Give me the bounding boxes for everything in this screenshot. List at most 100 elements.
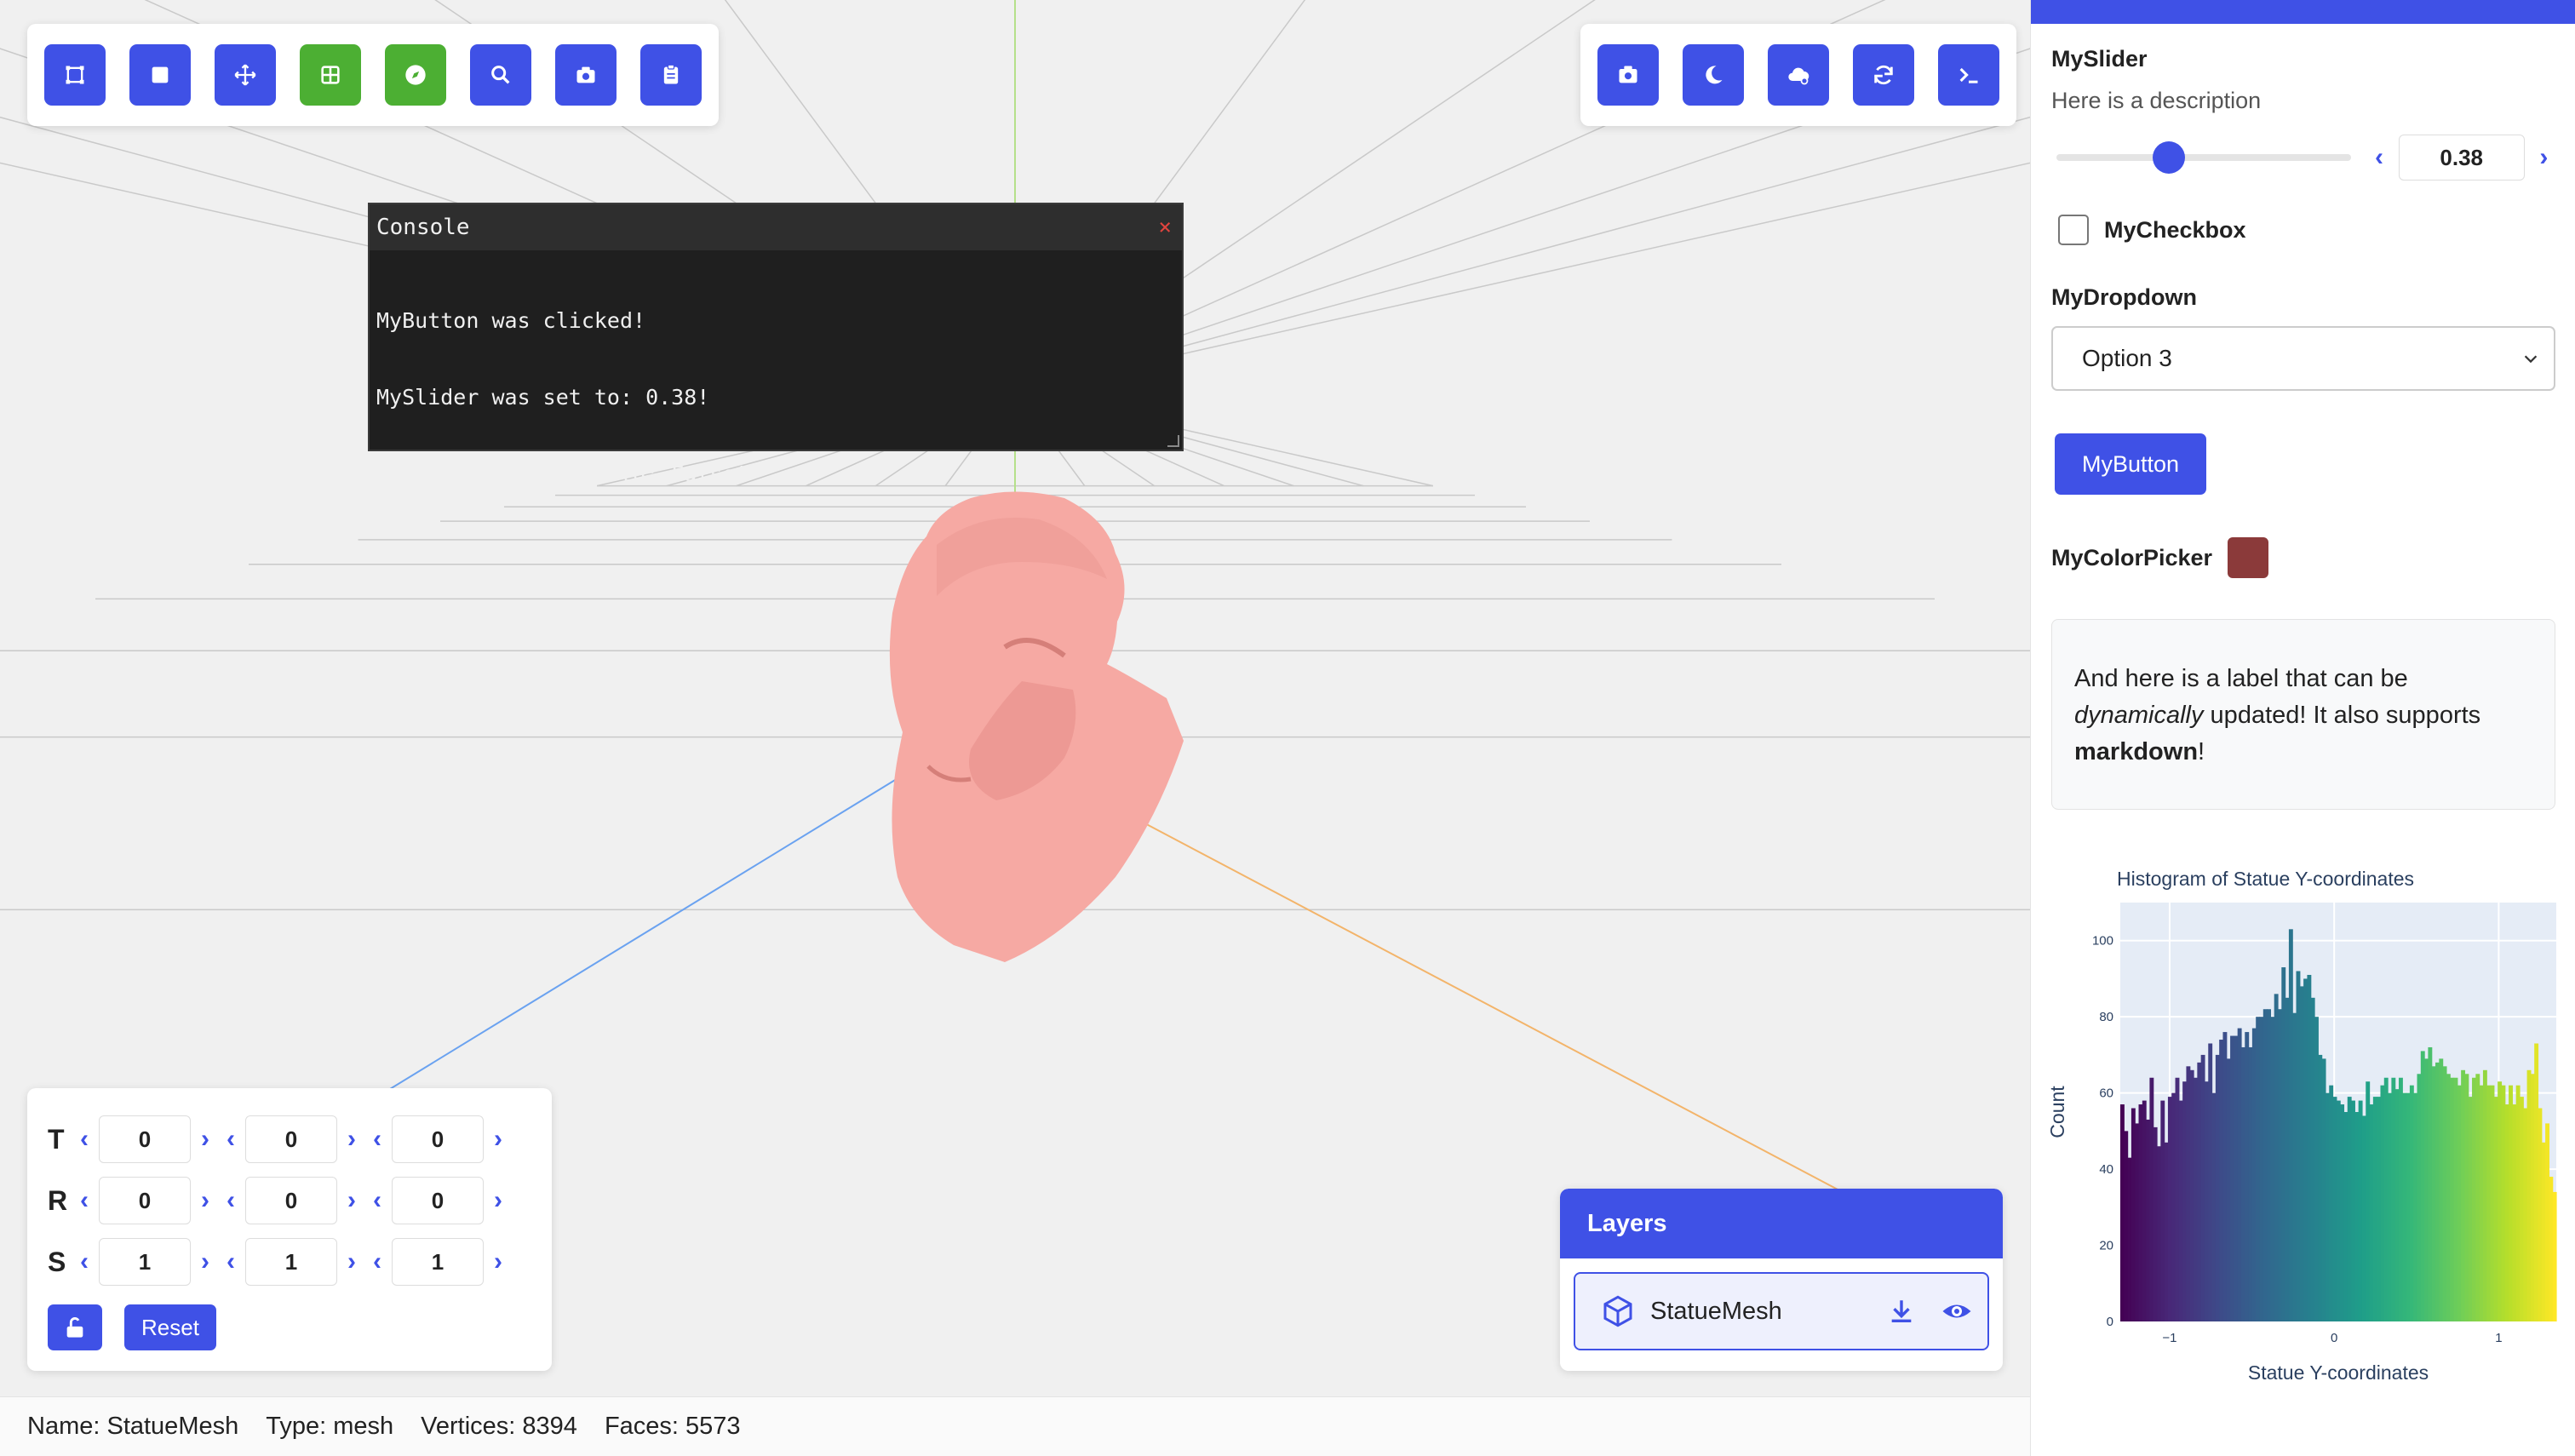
checkbox-row[interactable]: MyCheckbox [2051, 215, 2555, 245]
histogram-bar [2138, 1104, 2143, 1321]
histogram-bar [2501, 1085, 2506, 1321]
cube-icon [1603, 1295, 1632, 1327]
histogram-bar [2124, 1131, 2129, 1321]
eye-icon[interactable] [1941, 1296, 1972, 1327]
dropdown-select[interactable]: Option 3 [2051, 326, 2555, 391]
chevron-right-icon[interactable]: › [194, 1249, 216, 1275]
chevron-right-icon[interactable]: › [194, 1126, 216, 1152]
histogram-bar [2515, 1085, 2521, 1321]
slider-thumb[interactable] [2152, 141, 2185, 174]
checkbox[interactable] [2058, 215, 2089, 245]
chevron-right-icon[interactable]: › [2533, 145, 2555, 170]
cloud-settings-button[interactable] [1768, 44, 1829, 106]
chevron-left-icon[interactable]: ‹ [366, 1188, 388, 1213]
chevron-left-icon[interactable]: ‹ [366, 1249, 388, 1275]
transform-input[interactable] [392, 1115, 484, 1163]
x-tick-label: 1 [2495, 1331, 2502, 1345]
y-tick-label: 100 [2092, 934, 2113, 949]
histogram-bar [2230, 1035, 2234, 1321]
transform-input[interactable] [245, 1238, 337, 1286]
move-button[interactable] [215, 44, 276, 106]
chevron-left-icon[interactable]: ‹ [220, 1188, 242, 1213]
chevron-left-icon[interactable]: ‹ [73, 1249, 95, 1275]
terminal-icon [1959, 67, 1978, 83]
transform-stepper: ‹› [366, 1238, 509, 1286]
console-header[interactable]: Console × [370, 204, 1182, 250]
transform-input[interactable] [392, 1238, 484, 1286]
histogram-bar [2475, 1074, 2480, 1321]
chevron-left-icon[interactable]: ‹ [2368, 145, 2389, 170]
search-button[interactable] [470, 44, 531, 106]
clipboard-button[interactable] [640, 44, 702, 106]
chevron-right-icon[interactable]: › [487, 1126, 509, 1152]
camera-button[interactable] [555, 44, 617, 106]
3d-viewport[interactable]: Console × MyButton was clicked! MySlider… [0, 0, 2030, 1396]
chevron-left-icon[interactable]: ‹ [73, 1126, 95, 1152]
slider-control: ‹ › [2051, 135, 2555, 181]
transform-input[interactable] [99, 1115, 191, 1163]
square-button[interactable] [129, 44, 191, 106]
slider-track[interactable] [2056, 141, 2352, 174]
refresh-button[interactable] [1853, 44, 1914, 106]
status-bar: Name: StatueMesh Type: mesh Vertices: 83… [0, 1396, 2030, 1456]
chevron-right-icon[interactable]: › [341, 1188, 363, 1213]
status-type: Type: mesh [266, 1413, 394, 1440]
resize-handle-icon[interactable] [1167, 435, 1179, 447]
reset-button[interactable]: Reset [124, 1304, 216, 1350]
histogram-bar [2490, 1085, 2495, 1321]
chevron-right-icon[interactable]: › [341, 1126, 363, 1152]
z-axis-line [374, 748, 946, 1099]
chevron-left-icon[interactable]: ‹ [366, 1126, 388, 1152]
compass-button[interactable] [385, 44, 446, 106]
chevron-right-icon[interactable]: › [341, 1249, 363, 1275]
histogram-bar [2274, 994, 2279, 1321]
transform-input[interactable] [99, 1177, 191, 1224]
histogram-bar [2391, 1077, 2396, 1321]
unlock-icon [66, 1316, 83, 1338]
colorpicker-row: MyColorPicker [2051, 537, 2555, 578]
console-title: Console [376, 215, 470, 240]
unlock-button[interactable] [48, 1304, 102, 1350]
slider-value-input[interactable] [2398, 135, 2525, 181]
chevron-right-icon[interactable]: › [487, 1188, 509, 1213]
my-button[interactable]: MyButton [2055, 433, 2207, 495]
chevron-right-icon[interactable]: › [194, 1188, 216, 1213]
chevron-right-icon[interactable]: › [487, 1249, 509, 1275]
histogram-bar [2237, 1028, 2242, 1321]
histogram-bar [2318, 1054, 2323, 1321]
download-icon[interactable] [1887, 1297, 1916, 1326]
console-line: MyDropdown was set to: Option 3! [376, 538, 787, 563]
screenshot-camera-button[interactable] [1597, 44, 1659, 106]
chevron-left-icon[interactable]: ‹ [220, 1249, 242, 1275]
select-box-button[interactable] [44, 44, 106, 106]
chevron-left-icon[interactable]: ‹ [220, 1126, 242, 1152]
histogram-bar [2486, 1085, 2492, 1321]
chevron-left-icon[interactable]: ‹ [73, 1188, 95, 1213]
transform-input[interactable] [392, 1177, 484, 1224]
histogram-bar [2299, 986, 2304, 1321]
cloud-settings-icon [1788, 67, 1809, 85]
move-icon [234, 64, 256, 86]
histogram-bar [2457, 1085, 2462, 1321]
transform-row-r: R‹›‹›‹› [48, 1170, 531, 1231]
transform-row-t: T‹›‹›‹› [48, 1109, 531, 1170]
console-window[interactable]: Console × MyButton was clicked! MySlider… [368, 203, 1184, 563]
histogram-bar [2336, 1100, 2341, 1321]
histogram-bar [2194, 1077, 2198, 1321]
sidebar-accent-bar [2031, 0, 2575, 24]
terminal-button[interactable] [1938, 44, 1999, 106]
color-swatch[interactable] [2228, 537, 2269, 578]
histogram-bar [2307, 974, 2312, 1321]
histogram-bar [2453, 1077, 2458, 1321]
layer-item-statuemesh[interactable]: StatueMesh [1574, 1272, 1989, 1350]
transform-input[interactable] [245, 1115, 337, 1163]
close-icon[interactable]: × [1158, 215, 1172, 240]
moon-button[interactable] [1683, 44, 1744, 106]
histogram-bar [2292, 1012, 2297, 1321]
transform-input[interactable] [99, 1238, 191, 1286]
transform-input[interactable] [245, 1177, 337, 1224]
histogram-bar [2215, 1054, 2220, 1321]
histogram-bar [2479, 1085, 2484, 1321]
histogram-bar [2523, 1108, 2528, 1321]
grid-button[interactable] [300, 44, 361, 106]
